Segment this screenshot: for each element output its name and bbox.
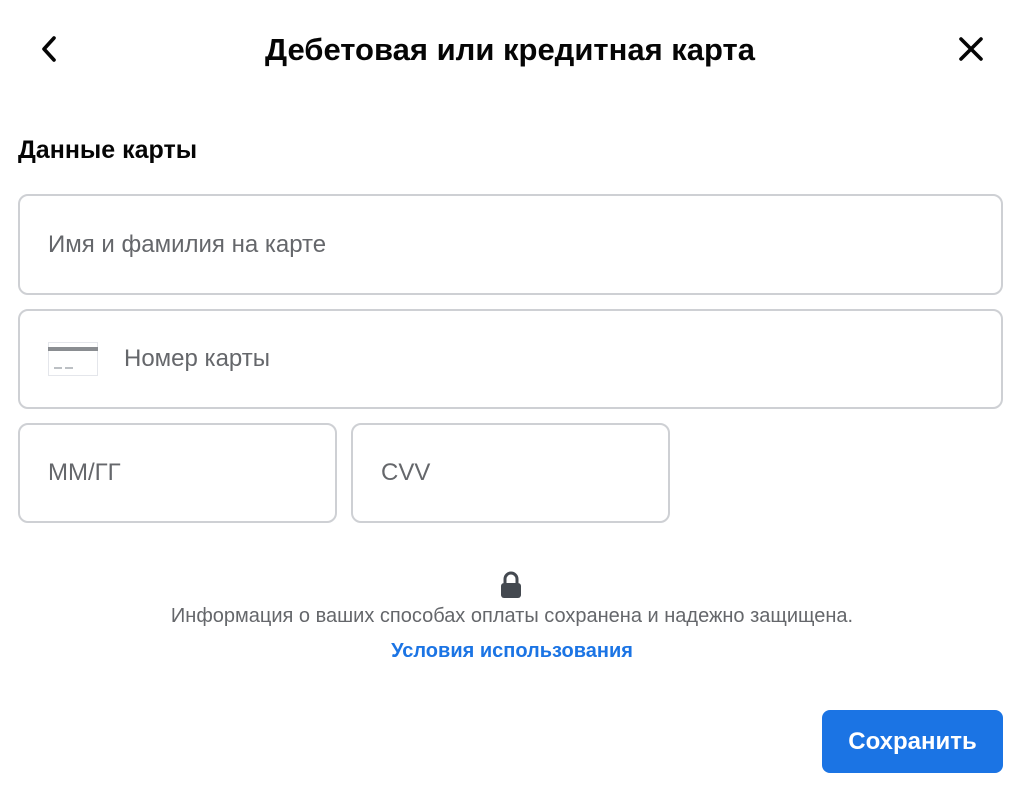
cardholder-name-field[interactable] [18,194,1003,295]
close-button[interactable] [948,28,994,70]
card-number-field[interactable] [18,309,1003,409]
terms-of-use-label[interactable]: Условия использования [391,640,633,662]
close-icon [959,37,983,61]
card-dialog: Дебетовая или кредитная карта Данные кар… [0,0,1024,797]
credit-card-icon [48,342,98,376]
chevron-left-icon [42,36,56,62]
save-button[interactable]: Сохранить [822,710,1003,773]
back-button[interactable] [28,28,70,70]
cardholder-name-input[interactable] [48,196,1001,293]
security-info-text: Информация о ваших способах оплаты сохра… [170,605,854,627]
expiry-date-input[interactable] [48,425,335,521]
expiry-date-field[interactable] [18,423,337,523]
card-number-input[interactable] [124,311,1001,407]
cvv-field[interactable] [351,423,670,523]
lock-icon [501,571,521,598]
dialog-header: Дебетовая или кредитная карта [0,0,1024,100]
cvv-input[interactable] [381,425,668,521]
dialog-title: Дебетовая или кредитная карта [265,32,755,67]
section-title-card-details: Данные карты [18,136,198,164]
terms-of-use-link[interactable]: Условия использования [0,637,1024,665]
